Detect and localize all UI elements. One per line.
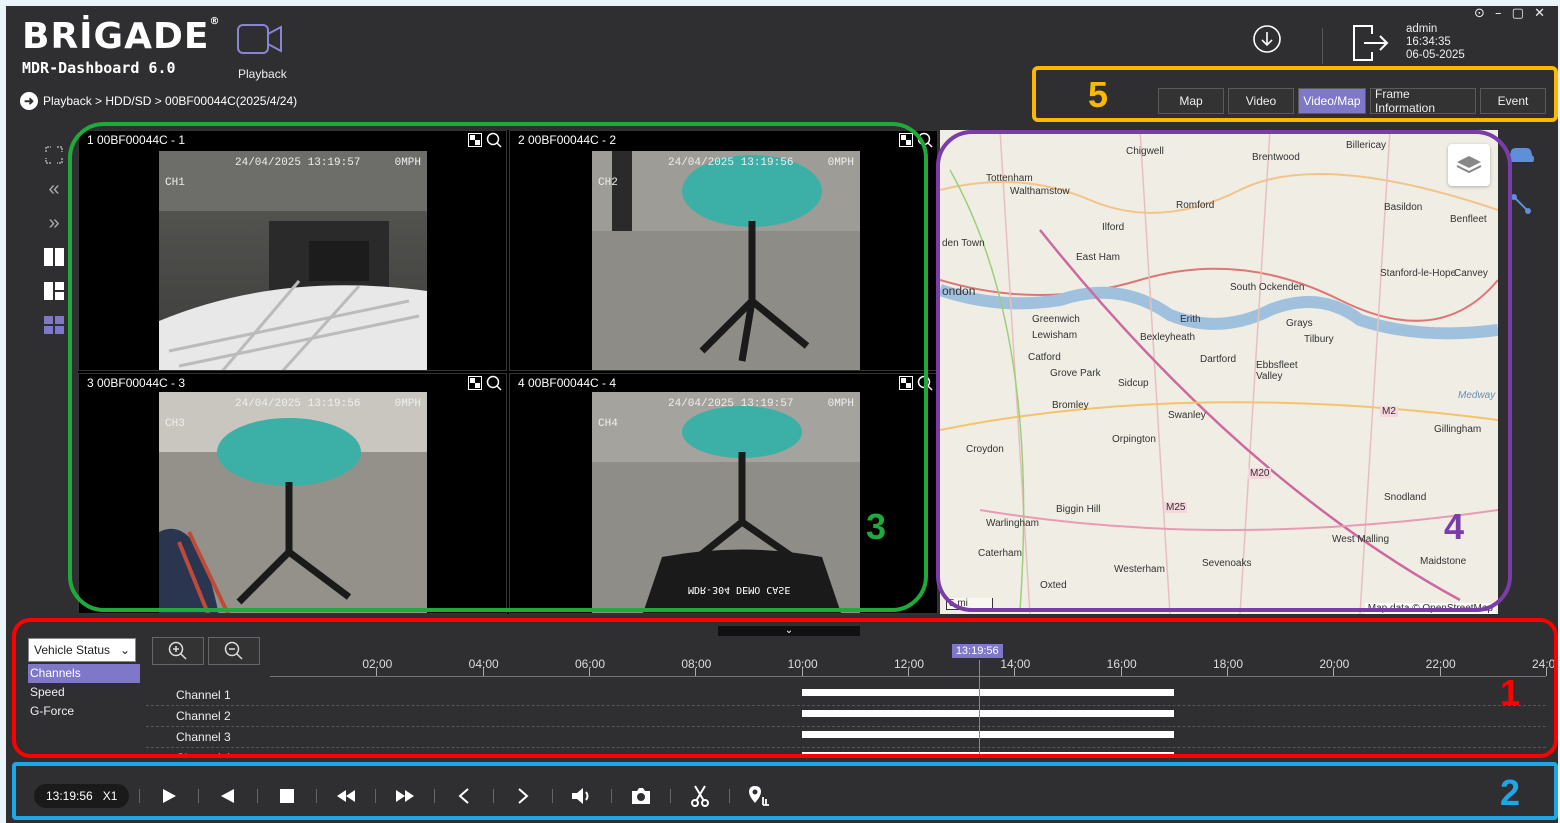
layout-2-icon[interactable] [43, 246, 65, 268]
annotation-number: 4 [1444, 506, 1465, 547]
breadcrumb: ➜ Playback > HDD/SD > 00BF00044C(2025/4/… [20, 92, 297, 110]
breadcrumb-path[interactable]: Playback > HDD/SD > 00BF00044C(2025/4/24… [43, 94, 297, 108]
user-name: admin [1406, 23, 1438, 35]
annotation-box-view-tabs [1032, 66, 1558, 122]
annotation-box-playback [12, 762, 1558, 820]
logout-icon[interactable] [1350, 20, 1392, 69]
collapse-left-icon[interactable]: « [43, 178, 65, 200]
annotation-number: 1 [1500, 672, 1521, 713]
back-arrow-icon[interactable]: ➜ [20, 92, 38, 110]
product-name: MDR-Dashboard 6.0 [22, 59, 176, 77]
window-controls[interactable]: ⊙ – ▢ ✕ [1474, 6, 1548, 21]
playback-label: Playback [238, 67, 287, 81]
annotation-number: 5 [1088, 74, 1109, 115]
annotation-box-video [68, 122, 928, 612]
annotation-box-timeline [12, 618, 1558, 758]
download-icon[interactable] [1252, 24, 1282, 59]
annotation-box-map [936, 130, 1512, 612]
user-info: admin 16:34:35 06-05-2025 [1406, 23, 1465, 62]
layout-3-icon[interactable] [43, 280, 65, 302]
fullscreen-icon[interactable] [43, 144, 65, 166]
playback-icon[interactable] [237, 22, 283, 61]
header-divider [1322, 28, 1323, 64]
annotation-number: 3 [866, 506, 887, 547]
expand-right-icon[interactable]: » [43, 212, 65, 234]
user-time: 16:34:35 [1406, 36, 1451, 48]
annotation-number: 2 [1500, 772, 1521, 813]
layout-4-icon[interactable] [43, 314, 65, 336]
brand-logo: BRİGADE® [22, 16, 221, 57]
user-date: 06-05-2025 [1406, 49, 1465, 61]
